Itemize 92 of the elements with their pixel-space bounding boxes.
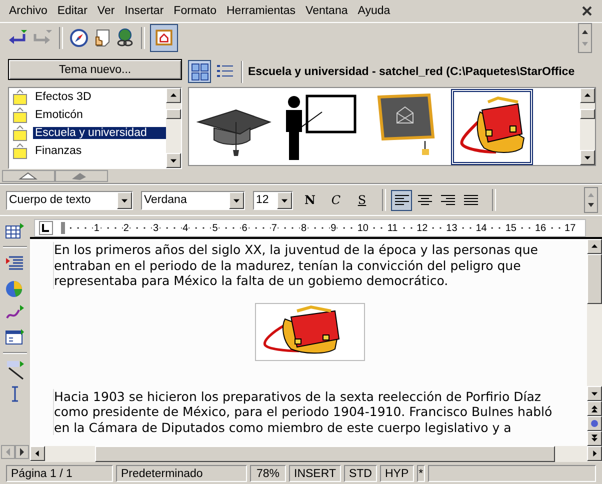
ruler-number: 8: [300, 222, 308, 234]
align-left-icon: [394, 194, 410, 206]
scrollbar[interactable]: [587, 239, 602, 446]
ruler-number: 7: [270, 222, 278, 234]
navigator-icon[interactable]: [587, 416, 602, 431]
scroll-up-icon[interactable]: [166, 88, 181, 103]
ruler-number: 16: [534, 222, 548, 234]
menu-item[interactable]: Ayuda: [352, 5, 396, 17]
folder-icon: [11, 107, 29, 123]
insert-mode-indicator[interactable]: INSERT: [289, 464, 341, 482]
next-page-icon[interactable]: [587, 431, 602, 446]
hyperlink-mode-indicator[interactable]: HYP: [380, 464, 414, 482]
globe-chain-icon[interactable]: [115, 28, 135, 48]
table-icon[interactable]: [5, 222, 25, 240]
paragraph-style-dropdown[interactable]: Cuerpo de texto: [6, 190, 133, 210]
scroll-right-icon[interactable]: [587, 446, 602, 461]
ruler-number: 15: [504, 222, 518, 234]
ruler-number: 14: [474, 222, 488, 234]
ruler-number: 12: [416, 222, 429, 234]
scroll-down-icon[interactable]: [166, 153, 181, 168]
scroll-up-icon[interactable]: [587, 239, 602, 254]
scroll-arrows-icon[interactable]: [584, 187, 598, 213]
ruler-number: 5: [211, 222, 219, 234]
page-style-indicator: Predeterminado: [116, 464, 247, 482]
align-center-icon: [416, 194, 432, 206]
ruler[interactable]: 1 2 3 4 5 6 7 8 9 10 11 12 13 14 15 16 17: [34, 219, 586, 237]
scroll-down-icon[interactable]: [580, 150, 595, 165]
scroll-left-icon[interactable]: [30, 446, 45, 461]
bold-button[interactable]: N: [301, 193, 319, 207]
scroll-thumb[interactable]: [95, 446, 555, 462]
gallery-title: Escuela y universidad - satchel_red (C:\Paquetes\StarOffice: [248, 66, 575, 78]
scroll-arrows-icon[interactable]: [578, 23, 592, 53]
icon-view-button[interactable]: [188, 60, 211, 83]
paragraph: En los primeros años del siglo XX, la juventud de la época y las personas que entraban en el periodo de la madurez, tenían la convicción del peligro que representaba para México la falta de un gobiemo democrático.: [53, 242, 567, 288]
modified-indicator: *: [416, 464, 426, 482]
underline-button[interactable]: S: [353, 193, 371, 207]
font-dropdown[interactable]: Verdana: [141, 190, 245, 210]
ruler-number: 2: [122, 222, 130, 234]
menu-item[interactable]: Archivo: [4, 5, 52, 17]
spellcheck-icon[interactable]: [5, 360, 25, 380]
scrollbar[interactable]: [166, 88, 181, 168]
menu-item[interactable]: Ver: [92, 5, 120, 17]
scroll-thumb[interactable]: [587, 254, 602, 304]
splitter-handle-icon[interactable]: [2, 170, 108, 182]
ruler-number: 10: [356, 222, 370, 234]
text-cursor-icon[interactable]: [9, 386, 21, 402]
ruler-number: 11: [386, 222, 399, 234]
page-indicator: Página 1 / 1: [6, 464, 113, 482]
align-right-icon: [440, 194, 456, 206]
scroll-down-icon[interactable]: [587, 386, 602, 401]
selection-mode-indicator[interactable]: STD: [344, 464, 377, 482]
folder-icon: [11, 143, 29, 159]
horizontal-scrollbar[interactable]: [30, 446, 602, 462]
folder-icon: [11, 125, 29, 141]
menu-item[interactable]: Insertar: [120, 5, 169, 17]
align-left-button[interactable]: [391, 190, 412, 210]
menu-item[interactable]: Editar: [52, 5, 92, 17]
ruler-number: 3: [152, 222, 160, 234]
zoom-indicator[interactable]: 78%: [250, 464, 286, 482]
align-justify-icon: [462, 194, 478, 206]
ruler-number: 9: [330, 222, 338, 234]
menu-item[interactable]: Ventana: [300, 5, 353, 17]
theme-item[interactable]: Finanzas: [9, 142, 166, 160]
satchel-picture[interactable]: [255, 302, 365, 360]
compass-icon[interactable]: [69, 28, 89, 48]
insert-text-icon[interactable]: [5, 254, 25, 272]
previous-page-icon[interactable]: [587, 401, 602, 416]
new-theme-button[interactable]: Tema nuevo...: [8, 59, 182, 80]
ruler-number: 6: [240, 222, 248, 234]
menu-item[interactable]: Herramientas: [222, 5, 301, 17]
scroll-thumb[interactable]: [166, 109, 181, 119]
gallery-icon[interactable]: [151, 25, 177, 51]
close-icon[interactable]: [582, 6, 592, 16]
gallery-item[interactable]: [451, 88, 533, 164]
grid-view-icon: [190, 62, 208, 80]
font-size-dropdown[interactable]: 12: [253, 190, 293, 210]
menu-item[interactable]: Formato: [168, 5, 222, 17]
scroll-up-icon[interactable]: [580, 88, 595, 103]
theme-item[interactable]: Emoticón: [9, 106, 166, 124]
pie-chart-icon[interactable]: [5, 278, 25, 298]
form-icon[interactable]: [5, 328, 25, 346]
tab-stop-icon[interactable]: [39, 221, 53, 235]
scroll-thumb[interactable]: [580, 109, 595, 119]
ruler-number: 17: [564, 222, 577, 234]
ruler-number: 13: [445, 222, 458, 234]
paragraph: Hacia 1903 se hicieron los preparativos de la sexta reelección de Porfirio Díaz como presidente de México, para el periodo 1904-1910. Francisco Bulnes habló en la Cámara de Diputados como miembro de este cuerpo legislativo y a: [53, 388, 567, 435]
page-arrows-icon[interactable]: [1, 445, 29, 459]
ruler-number: 1: [92, 222, 100, 234]
italic-button[interactable]: C: [327, 193, 345, 207]
ruler-number: 4: [182, 222, 190, 234]
scrollbar[interactable]: [580, 88, 595, 165]
theme-item[interactable]: Efectos 3D: [9, 88, 166, 106]
